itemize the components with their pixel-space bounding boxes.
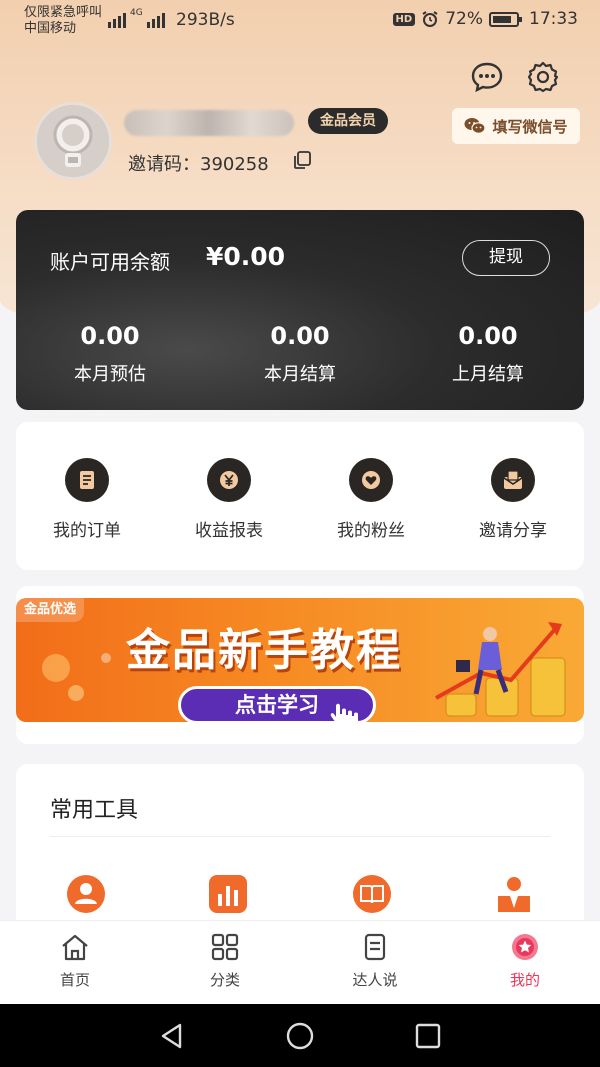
username-blurred [124,110,294,136]
carrier-info: 仅限紧急呼叫 中国移动 [24,5,102,37]
battery-percent: 72% [445,9,483,29]
quick-item-label: 收益报表 [195,521,263,541]
invite-code-label: 邀请码： [128,154,200,175]
stat-value: 0.00 [270,322,330,350]
tools-title: 常用工具 [50,798,139,823]
tab-mine[interactable]: 我的 [450,933,600,990]
tool-agent-icon[interactable] [494,874,534,914]
net-speed: 293B/s [176,10,235,30]
withdraw-button[interactable]: 提现 [462,240,550,276]
tab-label: 我的 [509,971,540,989]
stat-label: 本月预估 [74,364,146,385]
grid-icon [211,933,239,961]
tab-label: 首页 [59,971,90,989]
quick-item-label: 我的订单 [53,521,121,541]
yuan-icon [207,458,251,502]
system-nav-bar [0,1004,600,1067]
quick-menu-card: 我的订单 收益报表 我的粉丝 邀请分享 [16,422,584,570]
avatar[interactable] [34,102,112,180]
signal-icon: 4G [108,8,165,28]
tab-home[interactable]: 首页 [0,933,150,990]
quick-item-earnings[interactable]: 收益报表 [158,458,300,541]
stat-value: 0.00 [80,322,140,350]
status-bar: 仅限紧急呼叫 中国移动 4G 293B/s HD 72% 17:33 [0,0,600,44]
quick-item-label: 我的粉丝 [337,521,405,541]
order-icon [65,458,109,502]
tab-expert-talk[interactable]: 达人说 [300,933,450,990]
carrier-line-2: 中国移动 [24,21,77,36]
tool-book-icon[interactable] [352,874,392,914]
banner-title: 金品新手教程 [126,625,402,676]
quick-item-orders[interactable]: 我的订单 [16,458,158,541]
document-icon [364,933,386,961]
stat-this-month-estimate[interactable]: 0.00 本月预估 [20,322,200,386]
quick-item-invite-share[interactable]: 邀请分享 [442,458,584,541]
heart-icon [349,458,393,502]
wechat-icon [464,118,487,134]
fill-wechat-button[interactable]: 填写微信号 [452,108,580,144]
stat-last-month-settled[interactable]: 0.00 上月结算 [398,322,578,386]
carrier-line-1: 仅限紧急呼叫 [24,5,103,20]
battery-icon [489,11,522,27]
home-circle-icon[interactable] [285,1021,315,1051]
copy-icon[interactable] [292,150,312,170]
invite-code-row: 邀请码：390258 [128,150,269,176]
wechat-button-label: 填写微信号 [492,117,568,136]
alarm-icon [422,11,438,27]
tool-user-icon[interactable] [66,874,106,914]
quick-item-fans[interactable]: 我的粉丝 [300,458,442,541]
bottom-tab-bar: 首页 分类 达人说 我的 [0,920,600,1004]
settings-gear-icon[interactable] [526,60,560,94]
tool-bar-chart-icon[interactable] [208,874,248,914]
home-icon [62,934,88,961]
stat-this-month-settled[interactable]: 0.00 本月结算 [210,322,390,386]
divider [50,836,550,837]
clock: 17:33 [529,9,578,29]
share-icon [491,458,535,502]
stat-label: 本月结算 [264,364,336,385]
default-avatar-icon [37,105,109,177]
balance-label: 账户可用余额 [50,250,170,274]
profile-star-icon [512,934,538,960]
vip-badge: 金品会员 [308,108,388,134]
quick-item-label: 邀请分享 [479,521,547,541]
hd-icon: HD [392,12,416,26]
hand-pointer-icon [330,703,358,722]
tab-label: 达人说 [352,971,398,989]
tab-category[interactable]: 分类 [150,933,300,990]
recent-apps-icon[interactable] [414,1022,442,1050]
invite-code-value: 390258 [200,154,269,175]
balance-value: ¥0.00 [206,242,286,271]
stat-label: 上月结算 [452,364,524,385]
tab-label: 分类 [209,971,240,989]
message-icon[interactable] [470,60,504,94]
tutorial-banner[interactable]: 金品优选 金品新手教程 点击学习 [16,598,584,722]
stat-value: 0.00 [458,322,518,350]
balance-card: 账户可用余额 ¥0.00 提现 0.00 本月预估 0.00 本月结算 0.00… [16,210,584,410]
banner-card: 金品优选 金品新手教程 点击学习 [16,586,584,744]
back-icon[interactable] [158,1022,186,1050]
network-type: 4G [130,8,143,18]
